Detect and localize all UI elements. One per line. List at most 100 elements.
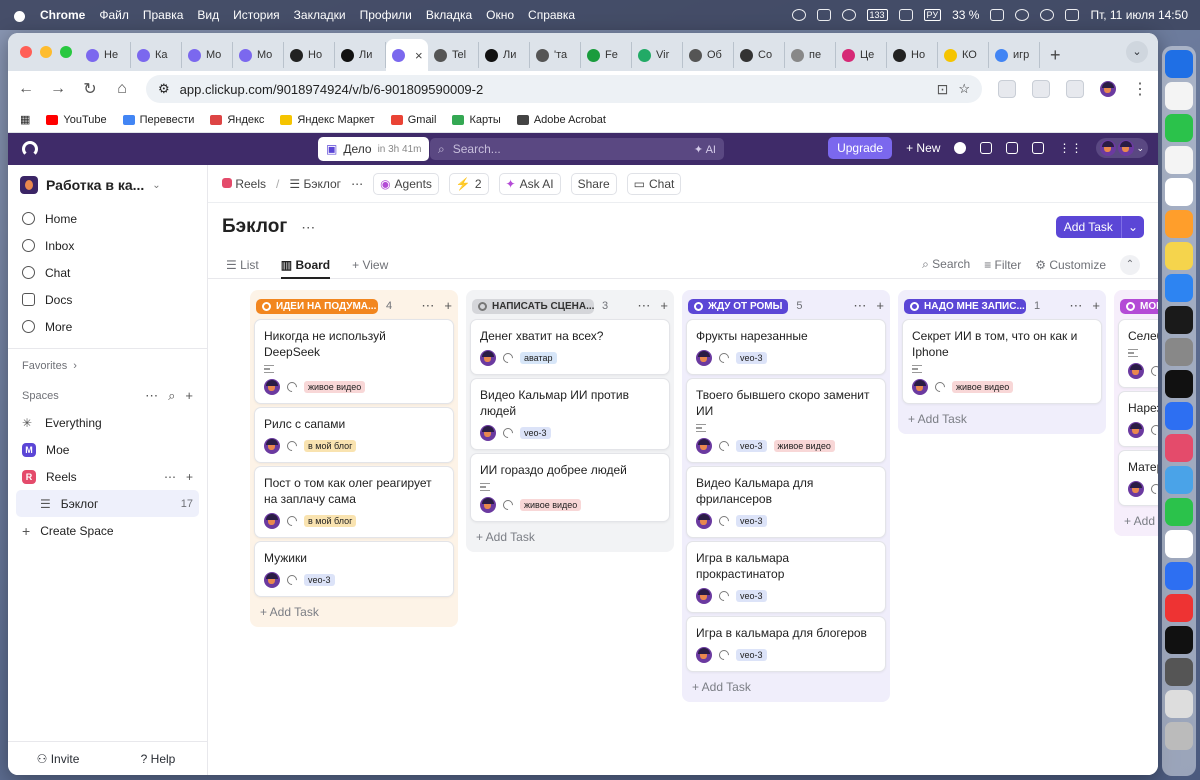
- ai-button[interactable]: ✦ AI: [694, 143, 716, 156]
- sidebar-item-space-moe[interactable]: M Мое: [8, 436, 207, 463]
- minimize-window-button[interactable]: [40, 46, 52, 58]
- sidebar-item-chat[interactable]: Chat: [8, 259, 207, 286]
- browser-tab[interactable]: ×: [386, 39, 428, 71]
- task-card[interactable]: Селеб: [1118, 319, 1158, 388]
- menu-history[interactable]: История: [233, 8, 280, 22]
- profile-avatar[interactable]: [1100, 81, 1116, 97]
- apps-grid-icon[interactable]: ▦: [20, 113, 30, 126]
- page-title[interactable]: Бэклог: [222, 216, 287, 238]
- tag-icon[interactable]: [284, 513, 300, 529]
- clock[interactable]: Пт, 11 июля 14:50: [1090, 8, 1188, 22]
- calendar-top-icon[interactable]: [980, 142, 993, 154]
- space-add-icon[interactable]: +: [186, 470, 193, 484]
- task-tag[interactable]: в мой блог: [304, 440, 357, 452]
- task-tag[interactable]: аватар: [520, 352, 557, 364]
- task-title[interactable]: Твоего бывшего скоро заменит ИИ: [696, 387, 876, 419]
- browser-tab[interactable]: Ли: [479, 42, 530, 68]
- trash-icon[interactable]: [1165, 722, 1193, 750]
- task-tag[interactable]: veo-3: [304, 574, 335, 586]
- browser-tab[interactable]: Об: [683, 42, 734, 68]
- control-center-icon[interactable]: [1065, 9, 1080, 21]
- task-card[interactable]: ИИ гораздо добрее людей живое видео: [470, 453, 670, 522]
- close-window-button[interactable]: [20, 46, 32, 58]
- bookmark-item[interactable]: Яндекс: [210, 114, 264, 126]
- bookmark-item[interactable]: Adobe Acrobat: [516, 114, 606, 126]
- task-title[interactable]: Видео Кальмара для фрилансеров: [696, 475, 876, 507]
- task-title[interactable]: Игра в кальмара для блогеров: [696, 625, 876, 641]
- task-tag[interactable]: veo-3: [736, 352, 767, 364]
- space-more-icon[interactable]: ⋯: [164, 470, 176, 484]
- spaces-more-icon[interactable]: ⋯: [145, 388, 158, 404]
- share-button[interactable]: Share: [570, 172, 617, 195]
- browser-tab[interactable]: Vir: [632, 42, 683, 68]
- browser-tab[interactable]: Со: [734, 42, 785, 68]
- task-title[interactable]: Нарез "дело: [1128, 400, 1158, 416]
- menu-edit[interactable]: Правка: [143, 8, 184, 22]
- reload-icon[interactable]: ↻: [82, 79, 98, 99]
- add-task-link[interactable]: + Add Task: [254, 597, 454, 623]
- assignee-avatar[interactable]: [264, 513, 280, 529]
- bookmark-item[interactable]: YouTube: [46, 114, 107, 126]
- collapse-icon[interactable]: ⌃: [1120, 254, 1140, 275]
- bookmark-item[interactable]: Gmail: [390, 114, 436, 126]
- task-tag[interactable]: живое видео: [773, 440, 835, 452]
- new-button[interactable]: + New: [906, 141, 940, 155]
- task-title[interactable]: Рилс с сапами: [264, 416, 444, 432]
- status-label[interactable]: НАПИСАТЬ СЦЕНА...: [472, 298, 594, 314]
- browser-tab[interactable]: Но: [284, 42, 335, 68]
- tag-icon[interactable]: [500, 425, 516, 441]
- add-task-link[interactable]: + Add Task: [902, 404, 1102, 430]
- assignee-avatar[interactable]: [696, 438, 712, 454]
- task-tag[interactable]: живое видео: [952, 381, 1014, 393]
- column-more-icon[interactable]: ⋯: [1069, 298, 1082, 314]
- tag-icon[interactable]: [500, 350, 516, 366]
- chrome-menu-icon[interactable]: ⋮: [1132, 79, 1148, 99]
- assignee-avatar[interactable]: [264, 572, 280, 588]
- tab-list[interactable]: ☰ List: [226, 258, 259, 272]
- browser-tab[interactable]: Mo: [233, 42, 284, 68]
- browser-tab[interactable]: 'та: [530, 42, 581, 68]
- assignee-avatar[interactable]: [264, 438, 280, 454]
- url-text[interactable]: app.clickup.com/9018974924/v/b/6-9018095…: [180, 82, 484, 97]
- launchpad-icon[interactable]: [1165, 82, 1193, 110]
- close-tab-icon[interactable]: ×: [415, 48, 423, 63]
- tag-icon[interactable]: [1148, 363, 1158, 379]
- add-view-button[interactable]: + View: [352, 258, 388, 272]
- status-label[interactable]: НАДО МНЕ ЗАПИС...: [904, 298, 1026, 314]
- tag-icon[interactable]: [1148, 481, 1158, 497]
- telegram-icon[interactable]: [1165, 466, 1193, 494]
- status-label[interactable]: ИДЕИ НА ПОДУМА...: [256, 298, 378, 314]
- chrome-icon[interactable]: [1165, 402, 1193, 430]
- wifi-icon[interactable]: [1015, 9, 1030, 21]
- sidebar-item-home[interactable]: Home: [8, 205, 207, 232]
- clickup-logo-icon[interactable]: [22, 141, 38, 157]
- calendar-icon[interactable]: [1165, 178, 1193, 206]
- task-title[interactable]: ИИ гораздо добрее людей: [480, 462, 660, 478]
- apple-icon[interactable]: [12, 7, 26, 23]
- stickies-icon[interactable]: [1165, 242, 1193, 270]
- task-card[interactable]: Никогда не используй DeepSeek живое видео: [254, 319, 454, 404]
- chevron-down-icon[interactable]: ⌄: [1120, 216, 1144, 238]
- check-circle-icon[interactable]: [954, 142, 967, 154]
- task-card[interactable]: Секрет ИИ в том, что он как и Iphone живо…: [902, 319, 1102, 404]
- extensions-puzzle-icon[interactable]: [1032, 80, 1050, 98]
- filter-button[interactable]: ≡ Filter: [984, 258, 1021, 272]
- chat-button[interactable]: ▭ Chat: [626, 172, 682, 195]
- terminal-icon[interactable]: [1165, 338, 1193, 366]
- assignee-avatar[interactable]: [696, 647, 712, 663]
- address-bar[interactable]: ⚙ app.clickup.com/9018974924/v/b/6-90180…: [146, 75, 982, 103]
- task-card[interactable]: Денег хватит на всех? аватар: [470, 319, 670, 375]
- notes-icon[interactable]: [1165, 210, 1193, 238]
- assignee-avatar[interactable]: [696, 588, 712, 604]
- board-search-button[interactable]: ⌕ Search: [922, 257, 970, 272]
- tag-icon[interactable]: [500, 497, 516, 513]
- column-add-icon[interactable]: +: [876, 298, 884, 314]
- back-icon[interactable]: ←: [18, 80, 34, 98]
- task-title[interactable]: Мужики: [264, 550, 444, 566]
- battery-percent[interactable]: 33 %: [952, 8, 979, 22]
- invite-button[interactable]: ⚇ Invite: [8, 752, 108, 766]
- assignee-avatar[interactable]: [480, 350, 496, 366]
- column-add-icon[interactable]: +: [444, 298, 452, 314]
- task-card[interactable]: Фрукты нарезанные veo-3: [686, 319, 886, 375]
- task-tag[interactable]: veo-3: [736, 649, 767, 661]
